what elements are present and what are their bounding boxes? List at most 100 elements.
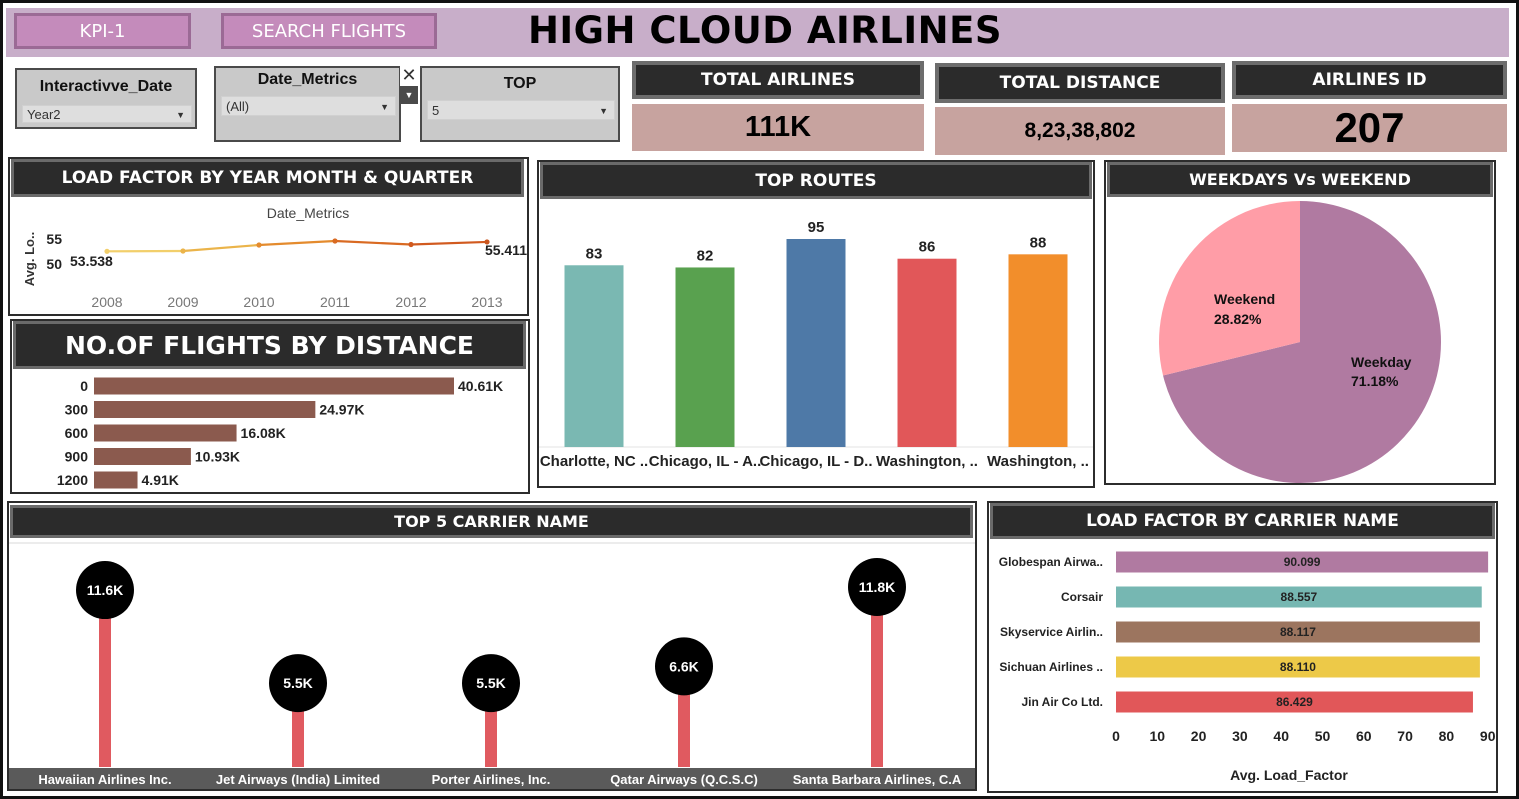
data-label: 11.6K [87,582,124,598]
weekdays-pie-chart: Weekday 71.18% Weekend 28.82% [1159,201,1441,483]
bar[interactable] [94,401,316,418]
dropdown-arrow-icon[interactable]: ▼ [400,86,418,104]
x-axis-label: Avg. Load_Factor [1230,767,1348,783]
data-point[interactable] [180,248,186,254]
top-filter: TOP 5 ▼ [420,66,620,142]
x-tick-label: Chicago, IL - A.. [649,453,762,470]
kpi-total-distance-value: 8,23,38,802 [935,107,1225,155]
data-point[interactable] [256,242,262,248]
top5-carrier-lollipop-chart: 11.6K 5.5K 5.5K 6.6K 11.8K Hawaiian Airl… [9,542,975,789]
data-point[interactable] [332,238,338,244]
date-metrics-select[interactable]: (All) ▼ [221,96,396,116]
bar[interactable] [94,377,454,395]
x-tick-label: 2009 [167,294,198,310]
data-label: 86.429 [1276,695,1313,709]
x-tick-label: Qatar Airways (Q.C.S.C) [610,772,758,787]
x-tick-label: 2010 [243,294,274,310]
data-label: 4.91K [142,472,179,488]
line-segment [334,239,412,246]
x-tick-label: Charlotte, NC .. [540,453,648,470]
x-tick-label: 30 [1232,728,1248,744]
x-tick-label: Hawaiian Airlines Inc. [38,772,171,787]
bar[interactable] [1008,254,1068,447]
dashboard-title: HIGH CLOUD AIRLINES [527,9,1003,52]
data-label: 88.110 [1280,660,1316,674]
kpi-total-airlines-label: TOTAL AIRLINES [632,61,924,99]
kpi-button[interactable]: KPI-1 [14,13,191,49]
line-segment [410,240,488,246]
panel-title: LOAD FACTOR BY CARRIER NAME [990,503,1495,539]
y-tick-label: Sichuan Airlines .. [999,660,1103,674]
slice-value: 71.18% [1351,373,1399,389]
data-label: 5.5K [283,675,313,691]
data-label: 55.411 [485,242,527,258]
search-flights-button[interactable]: SEARCH FLIGHTS [221,13,437,49]
y-tick-label: 300 [65,402,89,418]
y-tick-label: 900 [65,449,89,465]
y-tick-label: Skyservice Airlin.. [1000,625,1103,639]
filter-label: Date_Metrics [257,71,358,88]
filter-label: TOP [503,75,537,92]
x-tick-label: 50 [1315,728,1331,744]
data-point[interactable] [408,241,414,248]
top-select[interactable]: 5 ▼ [427,100,615,120]
x-tick-label: Washington, .. [876,453,978,470]
bar[interactable] [94,448,191,465]
x-tick-label: 2012 [395,294,426,310]
interactive-date-filter: Interactivve_Date Year2 ▼ [15,68,197,129]
x-tick-label: Chicago, IL - D.. [759,453,872,470]
bar[interactable] [94,424,237,442]
load-factor-carrier-bar-chart: Globespan Airwa.. Corsair Skyservice Air… [999,551,1496,783]
y-tick-label: Corsair [1061,590,1103,604]
y-tick-label: Globespan Airwa.. [999,555,1103,569]
panel-title: NO.OF FLIGHTS BY DISTANCE [13,321,526,369]
data-label: 90.099 [1284,555,1321,569]
x-tick-label: 60 [1356,728,1372,744]
interactive-date-select[interactable]: Year2 ▼ [22,105,192,123]
bar[interactable] [675,267,735,447]
data-label: 88.117 [1280,625,1316,639]
x-tick-label: Jet Airways (India) Limited [216,772,380,787]
bar[interactable] [94,471,138,489]
close-icon[interactable]: ✕ [400,66,418,86]
y-tick-label: 600 [65,425,89,441]
x-tick-label: 2008 [91,294,122,310]
line-segment [258,239,336,247]
y-tick-label: Jin Air Co Ltd. [1021,695,1103,709]
kpi-airlines-id-label: AIRLINES ID [1232,61,1507,99]
bar[interactable] [564,265,624,447]
data-label: 53.538 [70,253,113,269]
x-tick-label: 2011 [320,294,350,310]
x-tick-label: 2013 [471,294,502,310]
data-label: 5.5K [476,675,506,691]
filter-label: Interactivve_Date [39,78,173,95]
chevron-down-icon: ▼ [380,102,389,112]
data-label: 83 [586,245,603,262]
select-value: Year2 [27,106,61,122]
x-tick-label: 10 [1150,728,1166,744]
chevron-down-icon: ▼ [176,110,185,120]
data-label: 10.93K [195,449,240,465]
panel-title: LOAD FACTOR BY YEAR MONTH & QUARTER [11,159,524,197]
data-label: 6.6K [669,658,699,674]
bar[interactable] [897,258,957,447]
flights-distance-bar-chart: 0 300 600 900 1200 40.61K 24.97K 16.08K … [57,377,503,489]
x-tick-label: 40 [1273,728,1289,744]
y-tick-label: 55 [46,231,62,247]
panel-title: WEEKDAYS Vs WEEKEND [1107,162,1493,197]
data-label: 24.97K [319,402,364,418]
line-segment [182,243,260,253]
data-label: 11.8K [859,579,896,595]
data-label: 86 [919,239,936,256]
select-value: (All) [226,98,250,114]
kpi-total-airlines-value: 111K [632,104,924,151]
kpi-total-distance-label: TOTAL DISTANCE [935,63,1225,103]
x-tick-label: 90 [1480,728,1496,744]
y-tick-label: 1200 [57,472,88,488]
x-tick-label: 20 [1191,728,1207,744]
x-tick-label: 0 [1112,728,1120,744]
data-label: 82 [697,247,714,264]
x-tick-label: Santa Barbara Airlines, C.A [793,772,962,787]
bar[interactable] [786,239,846,447]
slice-value: 28.82% [1214,311,1262,327]
